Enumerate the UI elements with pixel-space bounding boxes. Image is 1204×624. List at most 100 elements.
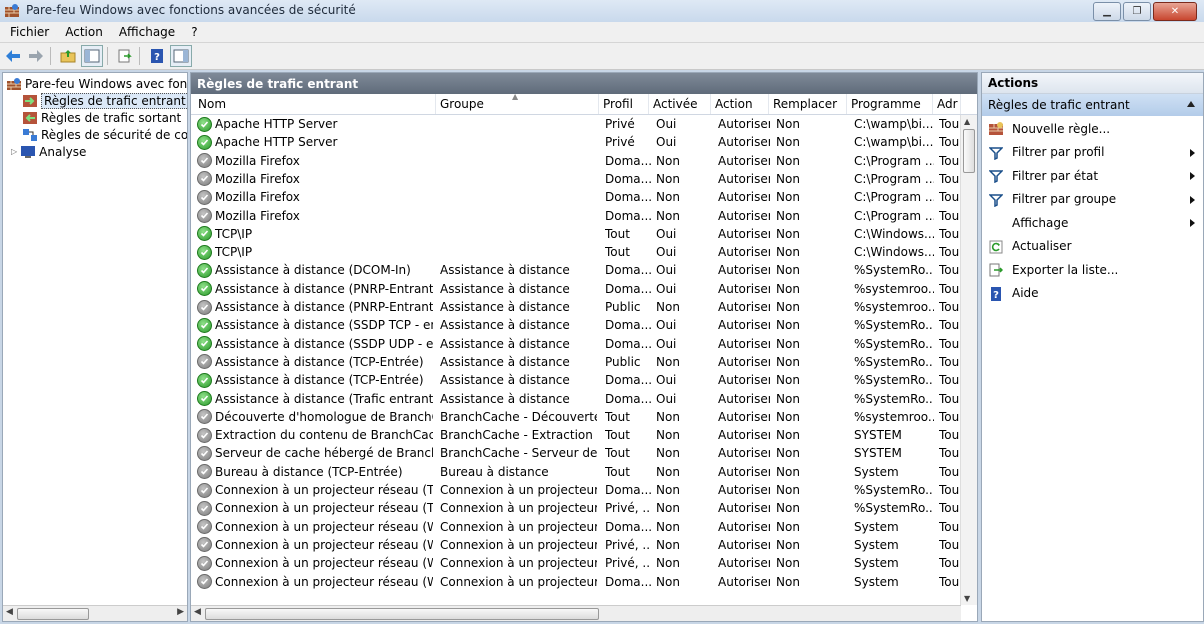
scrollbar-thumb[interactable] [17, 608, 89, 620]
table-row[interactable]: Serveur de cache hébergé de BranchCac...… [191, 444, 961, 462]
action-filtrer-par-profil[interactable]: Filtrer par profil [982, 141, 1203, 165]
table-row[interactable]: Mozilla Firefox Doma... Non Autoriser Non C:\… [191, 152, 961, 170]
cell-profil: Privé, ... [605, 554, 651, 572]
tree-item-connection-security-rules[interactable]: Règles de sécurité de conne [23, 126, 187, 143]
table-row[interactable]: Connexion à un projecteur réseau (WSD ..… [191, 554, 961, 572]
show-action-pane-button[interactable] [170, 45, 192, 67]
column-header-remplacer[interactable]: Remplacer [769, 94, 847, 114]
table-row[interactable]: Connexion à un projecteur réseau (WSD ..… [191, 536, 961, 554]
up-level-button[interactable] [58, 46, 78, 66]
action-affichage[interactable]: Affichage [982, 211, 1203, 235]
column-header-profil[interactable]: Profil [599, 94, 649, 114]
cell-groupe: Assistance à distance [440, 390, 597, 408]
rules-horizontal-scrollbar[interactable]: ◀ [191, 605, 961, 621]
table-row[interactable]: Connexion à un projecteur réseau (TCP-E.… [191, 481, 961, 499]
cell-groupe: Connexion à un projecteur r... [440, 518, 597, 536]
help-button[interactable]: ? [147, 46, 167, 66]
table-row[interactable]: Apache HTTP Server Privé Oui Autoriser Non C:… [191, 133, 961, 151]
export-button[interactable] [115, 46, 135, 66]
column-header-nom[interactable]: Nom [194, 94, 436, 114]
column-header-activee[interactable]: Activée [649, 94, 711, 114]
menu-action[interactable]: Action [57, 25, 111, 39]
scrollbar-thumb[interactable] [963, 129, 975, 173]
table-row[interactable]: Assistance à distance (TCP-Entrée) Assist… [191, 353, 961, 371]
scroll-up-icon[interactable]: ▲ [964, 117, 970, 126]
table-row[interactable]: Assistance à distance (PNRP-Entrant) Assi… [191, 298, 961, 316]
tree-item-inbound-rules[interactable]: Règles de trafic entrant [23, 92, 187, 109]
cell-programme-text: SYSTEM [854, 428, 902, 443]
rules-pane: Règles de trafic entrant Nom Groupe ▲ Pr… [190, 72, 978, 622]
back-button[interactable] [3, 46, 23, 66]
show-tree-button[interactable] [81, 45, 103, 67]
column-header-action[interactable]: Action [711, 94, 769, 114]
column-header-programme[interactable]: Programme [847, 94, 933, 114]
action-actualiser[interactable]: Actualiser [982, 235, 1203, 259]
menu-help[interactable]: ? [183, 25, 205, 39]
actions-section-inbound-rules[interactable]: Règles de trafic entrant [982, 94, 1203, 116]
action-nouvelle-regle[interactable]: Nouvelle règle... [982, 117, 1203, 141]
cell-programme: %systemroo... [854, 298, 934, 316]
table-row[interactable]: Apache HTTP Server Privé Oui Autoriser Non C:… [191, 115, 961, 133]
scroll-right-icon[interactable]: ▶ [177, 607, 184, 617]
collapse-icon[interactable] [1187, 101, 1195, 107]
restore-icon: ❐ [1132, 6, 1142, 17]
cell-profil-text: Doma... [605, 483, 651, 497]
action-exporter-la-liste[interactable]: Exporter la liste... [982, 258, 1203, 282]
tree-item-outbound-rules[interactable]: Règles de trafic sortant [23, 109, 181, 126]
menu-affichage[interactable]: Affichage [111, 25, 183, 39]
forward-button[interactable] [26, 46, 46, 66]
table-row[interactable]: Assistance à distance (Trafic entrant TC… [191, 390, 961, 408]
column-header-adr[interactable]: Adr [933, 94, 961, 114]
table-row[interactable]: Assistance à distance (TCP-Entrée) Assist… [191, 371, 961, 389]
tree-item-monitoring[interactable]: ▷ Analyse [11, 143, 86, 160]
table-row[interactable]: Mozilla Firefox Doma... Non Autoriser Non C:\… [191, 170, 961, 188]
scroll-left-icon[interactable]: ◀ [6, 607, 13, 617]
maximize-button[interactable]: ❐ [1123, 2, 1151, 21]
rule-disabled-icon [197, 464, 212, 480]
table-row[interactable]: TCP\IP Tout Oui Autoriser Non C:\Windows... To… [191, 243, 961, 261]
cell-programme-text: %SystemRo... [854, 501, 934, 516]
cell-groupe: Assistance à distance [440, 371, 597, 389]
cell-action-text: Autoriser [718, 117, 770, 131]
table-row[interactable]: Mozilla Firefox Doma... Non Autoriser Non C:\… [191, 207, 961, 225]
cell-nom-text: Serveur de cache hébergé de BranchCac... [215, 446, 433, 461]
filter-icon [989, 169, 1003, 183]
cell-nom: Serveur de cache hébergé de BranchCac... [197, 444, 433, 462]
scrollbar-thumb[interactable] [205, 608, 599, 620]
cell-remplacer-text: Non [776, 501, 800, 516]
action-aide[interactable]: ? Aide [982, 282, 1203, 306]
table-row[interactable]: Mozilla Firefox Doma... Non Autoriser Non C:\… [191, 188, 961, 206]
table-row[interactable]: Assistance à distance (SSDP TCP - en ent… [191, 316, 961, 334]
table-row[interactable]: Découverte d'homologue de BranchCa... Bra… [191, 408, 961, 426]
cell-profil-text: Tout [605, 226, 630, 241]
action-filtrer-par-groupe[interactable]: Filtrer par groupe [982, 188, 1203, 212]
svg-text:?: ? [154, 52, 160, 63]
column-header-groupe[interactable]: Groupe ▲ [436, 94, 599, 114]
connection-security-icon [23, 128, 37, 141]
table-row[interactable]: Bureau à distance (TCP-Entrée) Bureau à d… [191, 463, 961, 481]
scroll-left-icon[interactable]: ◀ [194, 607, 201, 617]
table-row[interactable]: Assistance à distance (SSDP UDP - en ent… [191, 335, 961, 353]
rules-vertical-scrollbar[interactable]: ▲ ▼ [960, 115, 977, 605]
action-filtrer-par-etat[interactable]: Filtrer par état [982, 164, 1203, 188]
table-row[interactable]: Connexion à un projecteur réseau (WSD ..… [191, 518, 961, 536]
cell-programme-text: C:\Program ... [854, 190, 934, 205]
cell-programme: System [854, 536, 934, 554]
scroll-down-icon[interactable]: ▼ [964, 594, 970, 603]
expand-arrow-icon[interactable]: ▷ [11, 147, 17, 156]
cell-profil-text: Privé, ... [605, 556, 651, 571]
cell-programme: System [854, 518, 934, 536]
table-row[interactable]: Extraction du contenu de BranchCache (..… [191, 426, 961, 444]
table-row[interactable]: Connexion à un projecteur réseau (TCP-E.… [191, 499, 961, 517]
table-row[interactable]: Assistance à distance (PNRP-Entrant) Assi… [191, 280, 961, 298]
tree-root[interactable]: Pare-feu Windows avec fonctio [7, 75, 187, 92]
minimize-button[interactable]: ▁ [1093, 2, 1121, 21]
cell-adr: Tou [939, 518, 961, 536]
tree-horizontal-scrollbar[interactable]: ◀ ▶ [3, 605, 187, 621]
table-row[interactable]: Connexion à un projecteur réseau (WSD ..… [191, 573, 961, 591]
close-button[interactable]: ✕ [1153, 2, 1197, 21]
menu-fichier[interactable]: Fichier [0, 25, 57, 39]
cell-profil: Doma... [605, 390, 651, 408]
table-row[interactable]: Assistance à distance (DCOM-In) Assistanc… [191, 261, 961, 279]
table-row[interactable]: TCP\IP Tout Oui Autoriser Non C:\Windows... To… [191, 225, 961, 243]
